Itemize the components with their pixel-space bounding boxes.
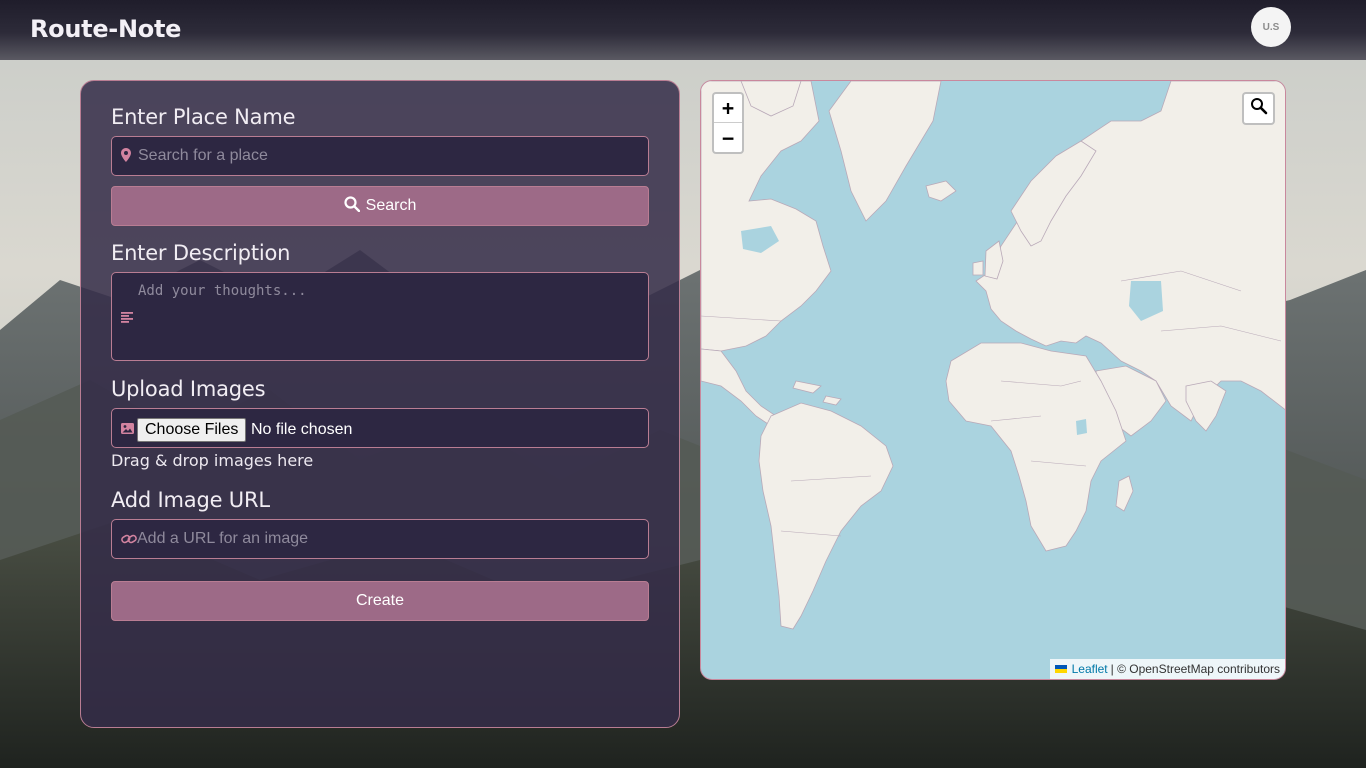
note-form-panel: Enter Place Name Search Enter Descriptio… — [80, 80, 680, 728]
image-url-input[interactable] — [137, 520, 640, 558]
map-attribution: Leaflet | © OpenStreetMap contributors — [1049, 659, 1285, 679]
zoom-control: + − — [712, 92, 744, 154]
leaflet-link[interactable]: Leaflet — [1072, 662, 1108, 676]
link-icon — [121, 532, 137, 550]
description-heading: Enter Description — [111, 241, 291, 265]
description-field[interactable] — [111, 272, 649, 361]
brand-title[interactable]: Route-Note — [30, 15, 181, 43]
create-button[interactable]: Create — [111, 581, 649, 621]
zoom-in-button[interactable]: + — [714, 94, 742, 123]
image-url-field[interactable] — [111, 519, 649, 559]
search-button[interactable]: Search — [111, 186, 649, 226]
image-upload-field[interactable]: Choose Files No file chosen — [111, 408, 649, 448]
app-header: Route-Note U.S — [0, 0, 1366, 60]
place-search-field[interactable] — [111, 136, 649, 176]
file-status-text: No file chosen — [251, 421, 353, 438]
image-icon — [121, 421, 134, 439]
search-button-label: Search — [365, 197, 417, 214]
image-url-heading: Add Image URL — [111, 488, 270, 512]
upload-images-heading: Upload Images — [111, 377, 266, 401]
search-icon — [1250, 97, 1268, 120]
map-search-button[interactable] — [1242, 92, 1275, 125]
place-search-input[interactable] — [138, 137, 640, 175]
map-tiles[interactable] — [701, 81, 1286, 680]
search-icon — [344, 195, 360, 217]
zoom-out-button[interactable]: − — [714, 123, 742, 152]
map-marker-icon — [121, 148, 131, 167]
choose-files-button[interactable]: Choose Files — [137, 418, 247, 442]
drag-drop-hint[interactable]: Drag & drop images here — [111, 451, 313, 470]
ukraine-flag-icon — [1054, 665, 1067, 673]
place-name-heading: Enter Place Name — [111, 105, 296, 129]
create-button-label: Create — [355, 592, 405, 609]
align-left-icon — [121, 310, 133, 328]
world-map[interactable]: + − Leaflet | © OpenStreetMap contributo… — [700, 80, 1286, 680]
osm-attribution-text: | © OpenStreetMap contributors — [1110, 662, 1280, 676]
user-avatar[interactable]: U.S — [1251, 7, 1291, 47]
description-textarea[interactable] — [138, 283, 640, 352]
